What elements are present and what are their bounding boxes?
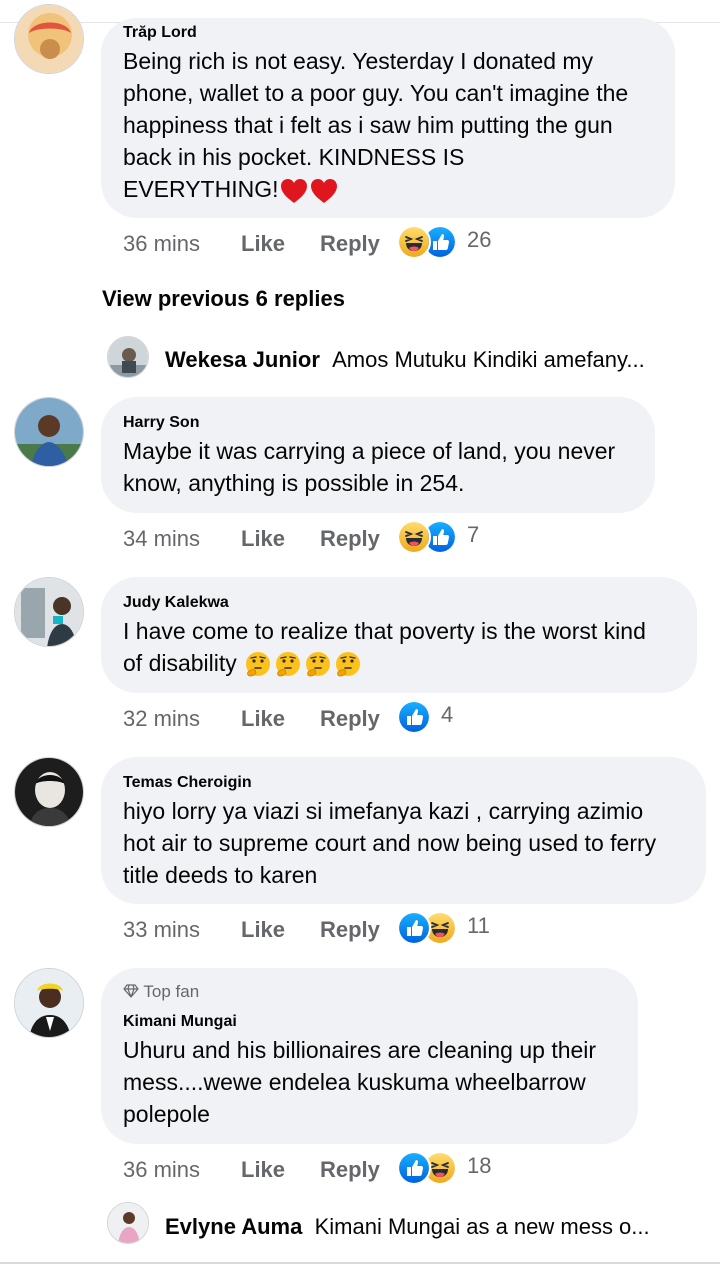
reaction-count[interactable]: 26 bbox=[467, 227, 491, 253]
reply-button[interactable]: Reply bbox=[320, 231, 380, 257]
like-icon bbox=[397, 700, 431, 734]
reaction-count[interactable]: 4 bbox=[441, 702, 453, 728]
like-button[interactable]: Like bbox=[241, 706, 285, 732]
reaction-summary[interactable] bbox=[397, 520, 461, 554]
reaction-summary[interactable] bbox=[397, 700, 433, 734]
comment-body: Uhuru and his billionaires are cleaning … bbox=[123, 1037, 597, 1127]
comment-author[interactable]: Kimani Mungai bbox=[123, 1013, 237, 1031]
avatar-image bbox=[108, 337, 148, 377]
comment-time[interactable]: 36 mins bbox=[123, 231, 200, 257]
reply-snippet: Kimani Mungai as a new mess o... bbox=[314, 1214, 650, 1239]
comment-time[interactable]: 34 mins bbox=[123, 526, 200, 552]
reaction-count[interactable]: 18 bbox=[467, 1153, 491, 1179]
haha-icon bbox=[397, 520, 431, 554]
avatar[interactable] bbox=[14, 397, 84, 467]
comment-bubble: Trăp Lord Being rich is not easy. Yester… bbox=[101, 18, 675, 218]
like-button[interactable]: Like bbox=[241, 231, 285, 257]
thinking-face-icon bbox=[303, 650, 333, 680]
comment-body: Being rich is not easy. Yesterday I dona… bbox=[123, 48, 629, 202]
like-icon bbox=[397, 1151, 431, 1185]
comment-time[interactable]: 32 mins bbox=[123, 706, 200, 732]
comment-meta: 32 mins Like Reply 4 bbox=[123, 700, 543, 740]
avatar-image bbox=[15, 5, 83, 73]
avatar-image bbox=[15, 398, 83, 466]
reply-button[interactable]: Reply bbox=[320, 706, 380, 732]
comment-author[interactable]: Trăp Lord bbox=[123, 24, 197, 42]
comment-meta: 36 mins Like Reply 26 bbox=[123, 225, 543, 265]
reply-button[interactable]: Reply bbox=[320, 1157, 380, 1183]
thinking-face-icon bbox=[333, 650, 363, 680]
bottom-divider bbox=[0, 1262, 720, 1264]
reply-preview[interactable]: Evlyne Auma Kimani Mungai as a new mess … bbox=[165, 1214, 650, 1240]
comment-bubble: Judy Kalekwa I have come to realize that… bbox=[101, 577, 697, 693]
avatar[interactable] bbox=[14, 4, 84, 74]
reaction-summary[interactable] bbox=[397, 1151, 461, 1185]
reaction-count[interactable]: 11 bbox=[467, 913, 490, 939]
heart-icon bbox=[279, 176, 309, 206]
reply-author[interactable]: Evlyne Auma bbox=[165, 1214, 302, 1239]
avatar-image bbox=[15, 578, 83, 646]
comment-text: Being rich is not easy. Yesterday I dona… bbox=[123, 45, 628, 206]
reaction-summary[interactable] bbox=[397, 225, 461, 259]
top-fan-badge: Top fan bbox=[123, 982, 199, 1002]
haha-icon bbox=[397, 225, 431, 259]
comment-author[interactable]: Temas Cheroigin bbox=[123, 774, 252, 792]
reaction-summary[interactable] bbox=[397, 911, 461, 945]
reaction-count[interactable]: 7 bbox=[467, 522, 479, 548]
comment-meta: 36 mins Like Reply 18 bbox=[123, 1151, 543, 1191]
avatar-image bbox=[108, 1203, 148, 1243]
comment-bubble: Harry Son Maybe it was carrying a piece … bbox=[101, 397, 655, 513]
top-fan-label: Top fan bbox=[143, 982, 200, 1001]
comment-meta: 33 mins Like Reply 11 bbox=[123, 911, 543, 951]
reply-button[interactable]: Reply bbox=[320, 526, 380, 552]
like-button[interactable]: Like bbox=[241, 917, 285, 943]
like-icon bbox=[397, 911, 431, 945]
thinking-face-icon bbox=[243, 650, 273, 680]
comment-text: I have come to realize that poverty is t… bbox=[123, 615, 646, 680]
comment-time[interactable]: 36 mins bbox=[123, 1157, 200, 1183]
reply-button[interactable]: Reply bbox=[320, 917, 380, 943]
avatar-image bbox=[15, 758, 83, 826]
comment-body: hiyo lorry ya viazi si imefanya kazi , c… bbox=[123, 798, 657, 888]
comment-body: Maybe it was carrying a piece of land, y… bbox=[123, 438, 616, 496]
comment-bubble: Top fan Kimani Mungai Uhuru and his bill… bbox=[101, 968, 638, 1144]
avatar[interactable] bbox=[107, 1202, 149, 1244]
diamond-icon bbox=[123, 983, 139, 999]
thinking-face-icon bbox=[273, 650, 303, 680]
avatar[interactable] bbox=[107, 336, 149, 378]
comment-body: I have come to realize that poverty is t… bbox=[123, 618, 646, 676]
view-previous-replies-link[interactable]: View previous 6 replies bbox=[102, 286, 345, 312]
reply-author[interactable]: Wekesa Junior bbox=[165, 347, 320, 372]
like-button[interactable]: Like bbox=[241, 1157, 285, 1183]
comment-author[interactable]: Harry Son bbox=[123, 414, 199, 432]
avatar[interactable] bbox=[14, 968, 84, 1038]
like-button[interactable]: Like bbox=[241, 526, 285, 552]
reply-snippet: Amos Mutuku Kindiki amefany... bbox=[332, 347, 645, 372]
heart-icon bbox=[309, 176, 339, 206]
avatar[interactable] bbox=[14, 757, 84, 827]
comment-bubble: Temas Cheroigin hiyo lorry ya viazi si i… bbox=[101, 757, 706, 904]
comment-time[interactable]: 33 mins bbox=[123, 917, 200, 943]
avatar[interactable] bbox=[14, 577, 84, 647]
comment-meta: 34 mins Like Reply 7 bbox=[123, 520, 543, 560]
reply-preview[interactable]: Wekesa Junior Amos Mutuku Kindiki amefan… bbox=[165, 347, 645, 373]
comment-author[interactable]: Judy Kalekwa bbox=[123, 594, 229, 612]
avatar-image bbox=[15, 969, 83, 1037]
